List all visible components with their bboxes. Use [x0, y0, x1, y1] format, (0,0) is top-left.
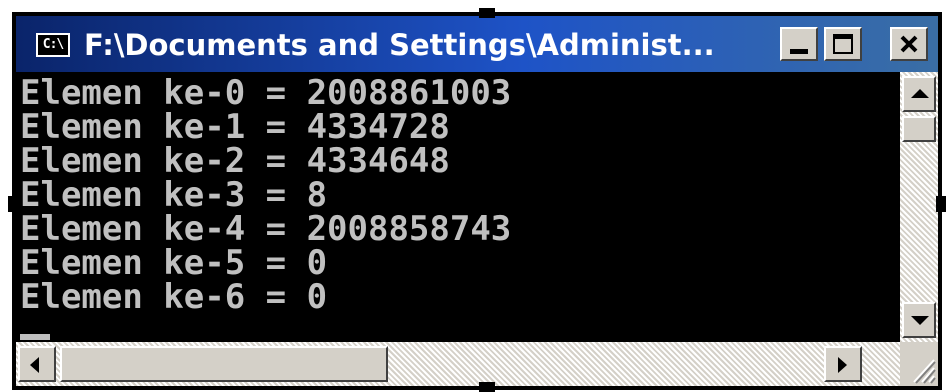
close-button[interactable] [890, 27, 928, 61]
console-line: Elemen ke-3 = 8 [20, 175, 328, 215]
selection-handle-right[interactable] [936, 196, 946, 212]
scroll-left-button[interactable] [18, 346, 56, 382]
console-lines: Elemen ke-0 = 2008861003 Elemen ke-1 = 4… [20, 76, 898, 314]
console-output[interactable]: Elemen ke-0 = 2008861003 Elemen ke-1 = 4… [16, 72, 900, 342]
console-line: Elemen ke-2 = 4334648 [20, 141, 450, 181]
arrow-right-icon [838, 357, 847, 373]
text-cursor [20, 334, 50, 340]
arrow-left-icon [30, 357, 39, 373]
maximize-button[interactable] [824, 27, 862, 61]
selection-handle-top[interactable] [479, 8, 495, 18]
horizontal-scroll-thumb[interactable] [60, 346, 388, 382]
console-window: C:\ F:\Documents and Settings\Administ..… [12, 12, 942, 390]
resize-grip-icon [913, 359, 936, 384]
maximize-icon [833, 34, 853, 54]
vertical-scroll-thumb[interactable] [902, 116, 936, 142]
minimize-button[interactable] [780, 27, 818, 61]
vertical-scrollbar[interactable] [900, 72, 938, 342]
window-title: F:\Documents and Settings\Administ... [84, 28, 715, 62]
console-line: Elemen ke-5 = 0 [20, 243, 328, 283]
console-line: Elemen ke-1 = 4334728 [20, 107, 450, 147]
minimize-icon [790, 49, 808, 54]
scroll-right-button[interactable] [824, 346, 862, 382]
scroll-up-button[interactable] [902, 76, 936, 112]
arrow-up-icon [911, 89, 929, 98]
console-line: Elemen ke-6 = 0 [20, 277, 328, 317]
horizontal-scrollbar[interactable] [16, 342, 900, 386]
title-bar[interactable]: C:\ F:\Documents and Settings\Administ..… [16, 16, 938, 72]
selection-handle-bottom[interactable] [479, 382, 495, 392]
resize-grip[interactable] [900, 342, 938, 386]
scroll-down-button[interactable] [902, 302, 936, 338]
cmd-window-icon[interactable]: C:\ [36, 33, 70, 57]
arrow-down-icon [911, 316, 929, 325]
console-line: Elemen ke-0 = 2008861003 [20, 73, 512, 113]
close-icon [900, 35, 918, 53]
console-line: Elemen ke-4 = 2008858743 [20, 209, 512, 249]
selection-handle-left[interactable] [8, 196, 18, 212]
